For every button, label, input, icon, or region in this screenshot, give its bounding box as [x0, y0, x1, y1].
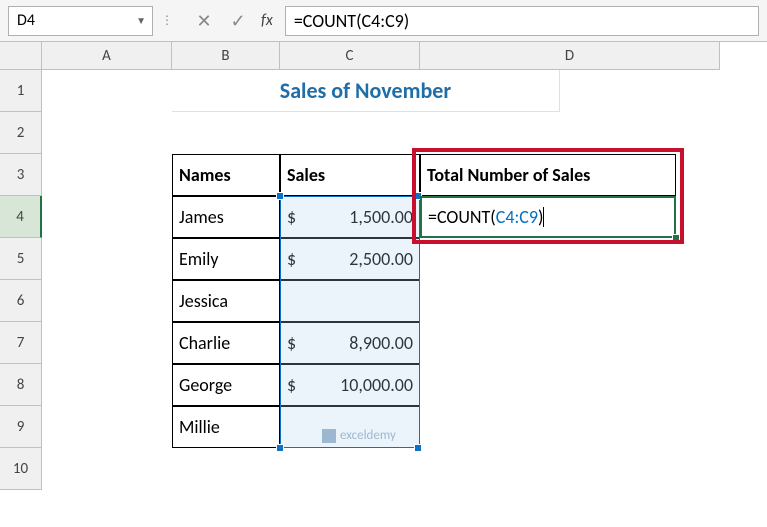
header-sales[interactable]: Sales	[280, 154, 420, 196]
cell-b4[interactable]: James	[172, 196, 280, 238]
row-header-10[interactable]: 10	[0, 448, 42, 490]
row-headers: 1 2 3 4 5 6 7 8 9 10	[0, 70, 42, 490]
selection-handle[interactable]	[276, 192, 284, 200]
header-total[interactable]: Total Number of Sales	[420, 154, 676, 196]
header-names[interactable]: Names	[172, 154, 280, 196]
cursor-icon	[543, 207, 544, 227]
title-cell[interactable]: Sales of November	[172, 70, 560, 112]
active-handle[interactable]	[672, 234, 680, 242]
title-text: Sales of November	[280, 77, 451, 104]
row-header-6[interactable]: 6	[0, 280, 42, 322]
row-header-8[interactable]: 8	[0, 364, 42, 406]
name-box[interactable]: D4 ▼	[8, 6, 153, 36]
formula-prefix: =COUNT(	[428, 206, 496, 228]
row-header-5[interactable]: 5	[0, 238, 42, 280]
formula-bar: D4 ▼ ⋮ ✕ ✓ fx =COUNT(C4:C9)	[0, 0, 767, 42]
selection-handle[interactable]	[276, 444, 284, 452]
cell-b8[interactable]: George	[172, 364, 280, 406]
col-header-c[interactable]: C	[280, 42, 420, 70]
active-cell-d4[interactable]: =COUNT(C4:C9)	[420, 196, 676, 238]
formula-range: C4:C9	[496, 206, 538, 228]
col-header-b[interactable]: B	[172, 42, 280, 70]
cell-b6[interactable]: Jessica	[172, 280, 280, 322]
cell-c5[interactable]: $2,500.00	[280, 238, 420, 280]
row-header-3[interactable]: 3	[0, 154, 42, 196]
name-box-value: D4	[17, 11, 35, 30]
fx-icon[interactable]: fx	[261, 11, 273, 30]
cell-c6[interactable]	[280, 280, 420, 322]
watermark: exceldemy	[322, 428, 396, 443]
row-header-2[interactable]: 2	[0, 112, 42, 154]
select-all-corner[interactable]	[0, 42, 42, 70]
cell-b5[interactable]: Emily	[172, 238, 280, 280]
cell-c7[interactable]: $8,900.00	[280, 322, 420, 364]
col-header-d[interactable]: D	[420, 42, 720, 70]
watermark-icon	[322, 429, 336, 443]
cell-c8[interactable]: $10,000.00	[280, 364, 420, 406]
row-header-1[interactable]: 1	[0, 70, 42, 112]
selection-handle[interactable]	[414, 444, 422, 452]
row-header-7[interactable]: 7	[0, 322, 42, 364]
cell-c4[interactable]: $1,500.00	[280, 196, 420, 238]
divider-icon: ⋮	[161, 13, 175, 28]
grid[interactable]: Sales of November Names Sales Total Numb…	[42, 70, 767, 490]
confirm-button[interactable]: ✓	[221, 6, 255, 36]
row-header-4[interactable]: 4	[0, 196, 42, 238]
col-header-a[interactable]: A	[42, 42, 172, 70]
dropdown-icon[interactable]: ▼	[136, 14, 146, 27]
row-header-9[interactable]: 9	[0, 406, 42, 448]
cancel-button[interactable]: ✕	[187, 6, 221, 36]
cell-b9[interactable]: Millie	[172, 406, 280, 448]
formula-text: =COUNT(C4:C9)	[294, 10, 409, 32]
formula-input[interactable]: =COUNT(C4:C9)	[285, 6, 759, 36]
cell-b7[interactable]: Charlie	[172, 322, 280, 364]
